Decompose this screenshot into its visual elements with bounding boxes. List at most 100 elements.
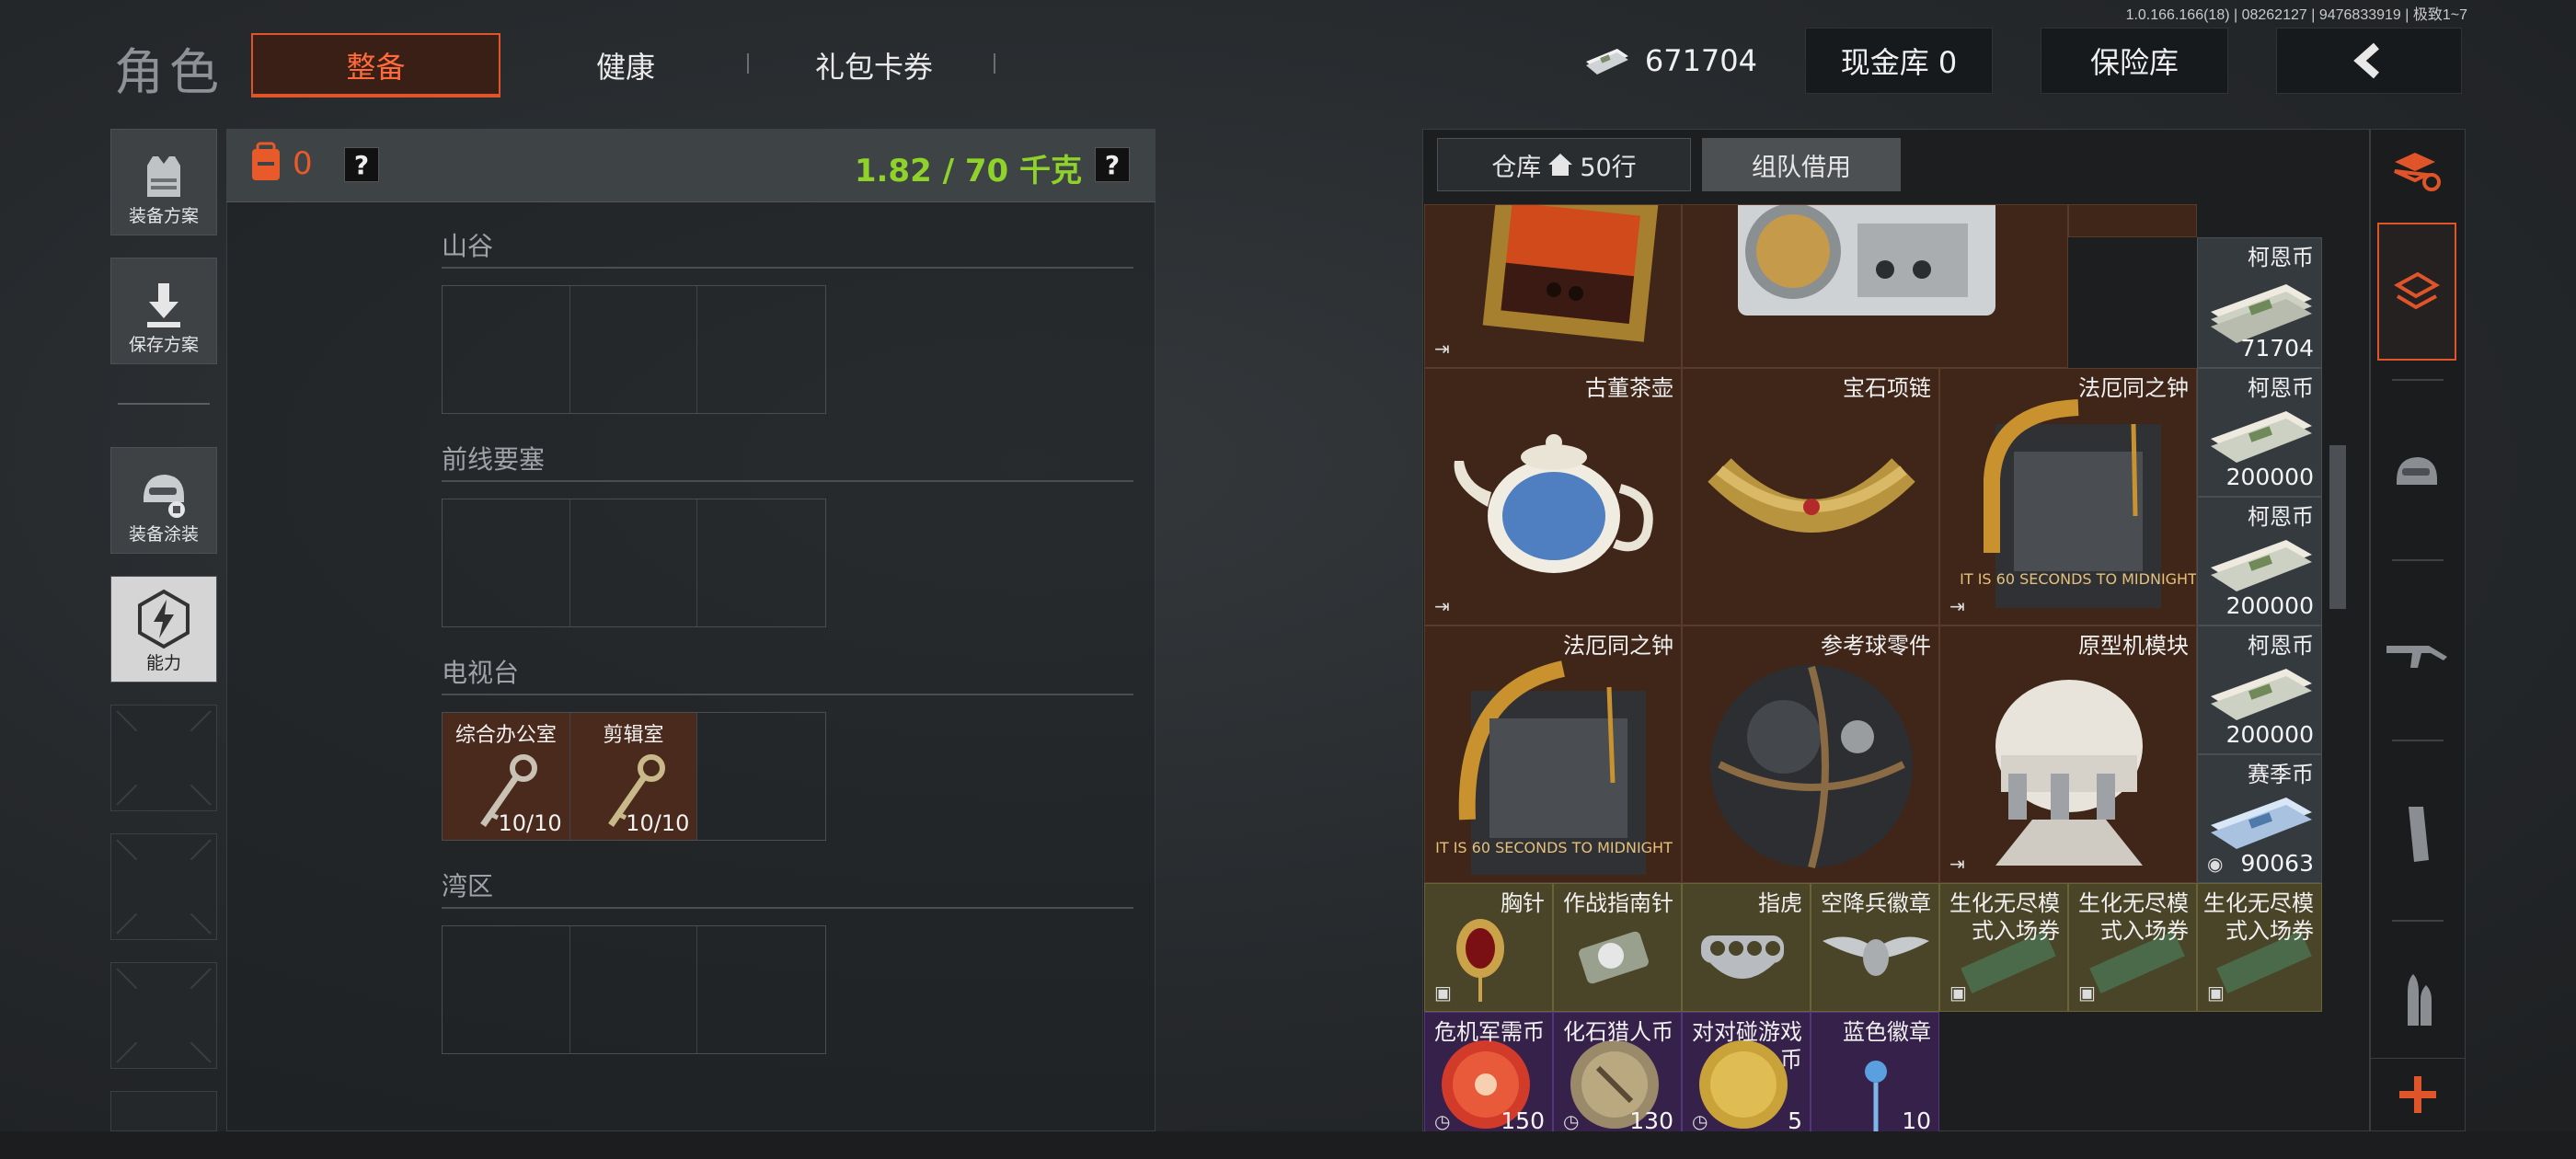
key-slot-editing-room[interactable]: 剪辑室 10/10 — [569, 713, 698, 840]
backpack-count: 0 — [293, 145, 313, 182]
stash-item-brooch[interactable]: 胸针 ▣ — [1424, 883, 1553, 1012]
sort-button[interactable] — [2377, 136, 2456, 206]
key-slot[interactable] — [443, 926, 570, 1053]
item-name: 生化无尽模式入场券 — [1949, 890, 2060, 944]
stash-item-knuckles[interactable]: 指虎 — [1682, 883, 1811, 1012]
tab-separator — [994, 53, 995, 74]
key-slot[interactable] — [570, 926, 698, 1053]
key-uses: 10/10 — [626, 810, 690, 836]
add-button[interactable] — [2370, 1058, 2466, 1131]
stash-item-reference-sphere[interactable]: 参考球零件 — [1682, 625, 1939, 883]
doomsday-clock-icon: IT IS 60 SECONDS TO MIDNIGHT — [1960, 399, 2196, 608]
gift-box-icon: ▣ — [2207, 981, 2225, 1004]
rail-label: 保存方案 — [128, 335, 199, 355]
weight-readout: 1.82 / 70 千克 — [854, 153, 1082, 189]
section-divider — [442, 907, 1133, 909]
money-value: 671704 — [1644, 43, 1757, 78]
key-slot[interactable] — [443, 499, 570, 626]
section-divider — [442, 480, 1133, 482]
stash-item-strip[interactable] — [2068, 204, 2197, 237]
item-count: 90063 — [2240, 850, 2314, 877]
key-slot[interactable] — [697, 499, 825, 626]
key-slot-row — [442, 925, 826, 1054]
category-ammo[interactable] — [2377, 946, 2456, 1054]
cash-vault-button[interactable]: 现金库 0 — [1805, 28, 1993, 94]
section-title: 湾区 — [442, 871, 494, 901]
stash-item-blue-badge[interactable]: 蓝色徽章 10 — [1811, 1012, 1939, 1131]
tab-separator — [747, 53, 749, 74]
empty-slot[interactable] — [110, 962, 217, 1069]
section-title: 电视台 — [442, 658, 520, 688]
stash-grid: ⇥ 柯恩币 71704 古董茶壶 ⇥ 宝石项链 IT IS 60 SECONDS… — [1424, 204, 2322, 1131]
stash-item-koen-coin[interactable]: 柯恩币 200000 — [2197, 368, 2322, 497]
stash-item-phaethon-clock[interactable]: IT IS 60 SECONDS TO MIDNIGHT 法厄同之钟 — [1424, 625, 1682, 883]
stash-tab[interactable]: 仓库 50行 — [1437, 138, 1691, 191]
category-helmet[interactable] — [2377, 405, 2456, 543]
clock-icon: ◷ — [1563, 1110, 1580, 1131]
stash-item-fossil-coin[interactable]: 化石猎人币 ◷ 130 — [1553, 1012, 1682, 1131]
empty-slot[interactable] — [110, 833, 217, 940]
item-name: 宝石项链 — [1843, 375, 1931, 401]
insurance-vault-button[interactable]: 保险库 — [2041, 28, 2228, 94]
save-plan-button[interactable]: 保存方案 — [110, 258, 217, 364]
key-slot[interactable] — [697, 286, 825, 413]
category-all[interactable] — [2377, 223, 2456, 361]
tab-gift-cards[interactable]: 礼包卡券 — [773, 33, 975, 98]
help-button[interactable]: ? — [344, 147, 379, 182]
back-button[interactable] — [2276, 28, 2462, 94]
category-rifle[interactable] — [2377, 585, 2456, 723]
tab-equip[interactable]: 整备 — [251, 33, 500, 98]
key-slot[interactable] — [570, 286, 698, 413]
ability-button[interactable]: 能力 — [110, 576, 217, 683]
stash-item-versus-coin[interactable]: 对对碰游戏币 ◷ 5 — [1682, 1012, 1811, 1131]
stash-item-bio-ticket[interactable]: 生化无尽模式入场券 ▣ — [2068, 883, 2197, 1012]
layers-refresh-icon — [2394, 153, 2441, 191]
gift-box-icon: ▣ — [1949, 981, 1967, 1004]
stash-item-compass[interactable]: 作战指南针 — [1553, 883, 1682, 1012]
team-borrow-tab[interactable]: 组队借用 — [1702, 138, 1901, 191]
stash-item-bio-ticket[interactable]: 生化无尽模式入场券 ▣ — [1939, 883, 2068, 1012]
section-title: 前线要塞 — [442, 444, 546, 475]
stash-item-radio[interactable] — [1682, 204, 2068, 368]
rail-divider — [2392, 559, 2444, 561]
item-count: 71704 — [2240, 335, 2314, 361]
category-magazine[interactable] — [2377, 765, 2456, 903]
item-name: 生化无尽模式入场券 — [2203, 890, 2314, 944]
stash-item-season-coin[interactable]: 赛季币 ◉ 90063 — [2197, 754, 2322, 883]
key-slot[interactable] — [697, 713, 825, 840]
weight-help-button[interactable]: ? — [1095, 147, 1130, 182]
key-slot[interactable] — [443, 286, 570, 413]
stash-item-painting[interactable]: ⇥ — [1424, 204, 1682, 368]
key-slot-office[interactable]: 综合办公室 10/10 — [443, 713, 570, 840]
stash-item-phaethon-clock[interactable]: IT IS 60 SECONDS TO MIDNIGHT 法厄同之钟 ⇥ — [1939, 368, 2197, 625]
empty-slot[interactable] — [110, 1091, 217, 1131]
loadout-plan-button[interactable]: 装备方案 — [110, 129, 217, 235]
stash-item-necklace[interactable]: 宝石项链 — [1682, 368, 1939, 625]
loot-marker: ⇥ — [1949, 595, 1965, 617]
download-icon — [147, 283, 180, 327]
key-slot[interactable] — [697, 926, 825, 1053]
tab-health[interactable]: 健康 — [534, 33, 718, 98]
item-name: 古董茶壶 — [1585, 375, 1673, 401]
stash-item-koen-coin[interactable]: 柯恩币 200000 — [2197, 497, 2322, 625]
stash-scrollbar[interactable] — [2329, 445, 2346, 609]
home-icon — [1548, 154, 1573, 176]
stash-item-crisis-coin[interactable]: 危机军需币 ◷ 150 — [1424, 1012, 1553, 1131]
item-count: 200000 — [2225, 592, 2314, 619]
stash-item-koen-coin[interactable]: 柯恩币 200000 — [2197, 625, 2322, 754]
sphere-part-icon — [1710, 665, 1913, 869]
equipment-paint-button[interactable]: 装备涂装 — [110, 447, 217, 554]
item-name: 化石猎人币 — [1563, 1019, 1673, 1045]
stash-item-paratrooper-badge[interactable]: 空降兵徽章 — [1811, 883, 1939, 1012]
stash-item-koen-coin[interactable]: 柯恩币 71704 — [2197, 237, 2322, 368]
rail-label: 装备涂装 — [128, 524, 199, 545]
stash-item-teapot[interactable]: 古董茶壶 ⇥ — [1424, 368, 1682, 625]
bottom-bar — [0, 1131, 2576, 1159]
key-slot[interactable] — [570, 499, 698, 626]
stash-item-prototype-module[interactable]: 原型机模块 ⇥ — [1939, 625, 2197, 883]
rail-divider — [2392, 740, 2444, 741]
empty-slot[interactable] — [110, 705, 217, 811]
stash-item-bio-ticket[interactable]: 生化无尽模式入场券 ▣ — [2197, 883, 2322, 1012]
loot-marker: ⇥ — [1434, 338, 1450, 360]
section-divider — [442, 694, 1133, 695]
